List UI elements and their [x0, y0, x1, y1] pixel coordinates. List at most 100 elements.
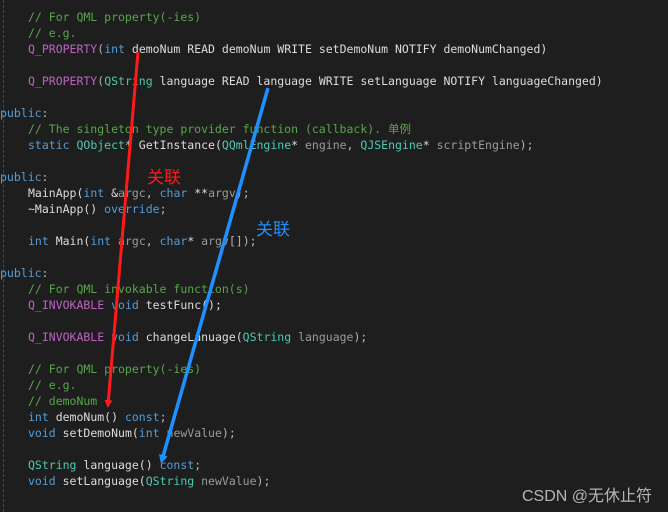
code-line[interactable]: Q_INVOKABLE void changeLanuage(QString l… — [0, 329, 668, 345]
code-line[interactable]: public: — [0, 265, 668, 281]
code-token: // demoNum — [28, 394, 98, 408]
code-token: public — [0, 266, 42, 280]
code-line[interactable]: public: — [0, 105, 668, 121]
code-token: ~MainApp() — [28, 202, 105, 216]
code-token: override — [104, 202, 160, 216]
code-line[interactable] — [0, 313, 668, 329]
code-editor[interactable]: // For QML property(-ies)// e.g. Q_PROPER… — [0, 9, 668, 489]
code-token: static — [28, 138, 70, 152]
code-token: demoNum READ demoNum WRITE setDemoNum NO… — [124, 42, 548, 56]
code-line[interactable] — [0, 441, 668, 457]
code-line[interactable] — [0, 345, 668, 361]
code-token: void — [111, 298, 139, 312]
code-token: QJSEngine — [360, 138, 423, 152]
code-token: & — [104, 186, 119, 200]
code-token: int — [138, 426, 160, 440]
code-line[interactable]: // demoNum — [0, 393, 668, 409]
code-line[interactable]: public: — [0, 169, 668, 185]
code-token: void — [111, 330, 139, 344]
code-line[interactable]: // For QML property(-ies) — [0, 9, 668, 25]
code-token: language() — [76, 458, 160, 472]
code-line[interactable]: // e.g. — [0, 25, 668, 41]
code-line[interactable]: Q_PROPERTY(QString language READ languag… — [0, 73, 668, 89]
code-token: char — [159, 234, 188, 248]
code-token: int — [104, 42, 125, 56]
code-line[interactable]: // For QML invokable function(s) — [0, 281, 668, 297]
code-line[interactable] — [0, 217, 668, 233]
code-token: QString — [242, 330, 292, 344]
code-token: []); — [228, 234, 257, 248]
code-token: // For QML property(-ies) — [28, 10, 202, 24]
code-line[interactable]: MainApp(int &argc, char **argv); — [0, 185, 668, 201]
code-token: int — [83, 186, 105, 200]
red-annotation-label: 关联 — [147, 168, 181, 188]
code-token: QString — [145, 474, 195, 488]
code-token: , — [145, 234, 160, 248]
code-token: * — [291, 138, 305, 152]
code-token: void — [28, 426, 56, 440]
code-line[interactable]: Q_INVOKABLE void testFunc(); — [0, 297, 668, 313]
code-token: public — [0, 170, 42, 184]
code-token: ** — [187, 186, 209, 200]
code-line[interactable]: // The singleton type provider function … — [0, 121, 668, 137]
code-token: // For QML invokable function(s) — [28, 282, 250, 296]
code-token: Q_INVOKABLE — [28, 330, 105, 344]
code-token: ; — [194, 458, 202, 472]
code-line[interactable]: // e.g. — [0, 377, 668, 393]
code-token: engine — [305, 138, 347, 152]
code-token: , — [346, 138, 361, 152]
code-token: Q_INVOKABLE — [28, 298, 105, 312]
code-token: setLanguage( — [55, 474, 146, 488]
code-token: // e.g. — [28, 26, 77, 40]
code-token: // e.g. — [28, 378, 77, 392]
code-token: ; — [159, 202, 167, 216]
code-token: testFunc(); — [138, 298, 222, 312]
code-token: QString — [104, 74, 153, 88]
code-token: demoNum() — [48, 410, 125, 424]
code-token: scriptEngine — [436, 138, 520, 152]
code-line[interactable]: void setDemoNum(int newValue); — [0, 425, 668, 441]
code-token: const — [159, 458, 195, 472]
code-line[interactable] — [0, 153, 668, 169]
code-token: ); — [221, 426, 236, 440]
code-line[interactable]: int demoNum() const; — [0, 409, 668, 425]
code-token: void — [28, 474, 56, 488]
code-line[interactable] — [0, 249, 668, 265]
code-token: char — [159, 186, 188, 200]
code-token: Q_PROPERTY — [28, 42, 98, 56]
code-line[interactable] — [0, 57, 668, 73]
code-token: ; — [159, 410, 167, 424]
code-token: * — [422, 138, 437, 152]
code-token: QObject — [76, 138, 125, 152]
code-token: MainApp( — [28, 186, 84, 200]
code-token: int — [90, 234, 112, 248]
code-token: int — [28, 410, 49, 424]
code-line[interactable]: ~MainApp() override; — [0, 201, 668, 217]
code-token: changeLanuage( — [138, 330, 243, 344]
code-line[interactable]: QString language() const; — [0, 457, 668, 473]
code-line[interactable]: Q_PROPERTY(int demoNum READ demoNum WRIT… — [0, 41, 668, 57]
code-token: , — [145, 186, 160, 200]
code-line[interactable]: // For QML property(-ies) — [0, 361, 668, 377]
code-token: ); — [519, 138, 534, 152]
code-line[interactable]: int Main(int argc, char* argv[]); — [0, 233, 668, 249]
code-token: * — [187, 234, 202, 248]
code-token: ); — [256, 474, 271, 488]
code-token: * GetInstance( — [124, 138, 222, 152]
code-token: Main( — [48, 234, 91, 248]
watermark: CSDN @无休止符 — [521, 488, 652, 505]
code-token: : — [41, 266, 49, 280]
code-token: QQmlEngine — [221, 138, 292, 152]
code-token: ); — [235, 186, 250, 200]
code-line[interactable] — [0, 89, 668, 105]
code-token: argv — [201, 234, 229, 248]
code-token: Q_PROPERTY — [28, 74, 98, 88]
code-token: : — [41, 170, 49, 184]
blue-annotation-label: 关联 — [256, 220, 290, 240]
code-token: const — [124, 410, 160, 424]
code-line[interactable]: static QObject* GetInstance(QQmlEngine* … — [0, 137, 668, 153]
code-token: ); — [353, 330, 368, 344]
code-token: int — [28, 234, 49, 248]
code-token: public — [0, 106, 42, 120]
